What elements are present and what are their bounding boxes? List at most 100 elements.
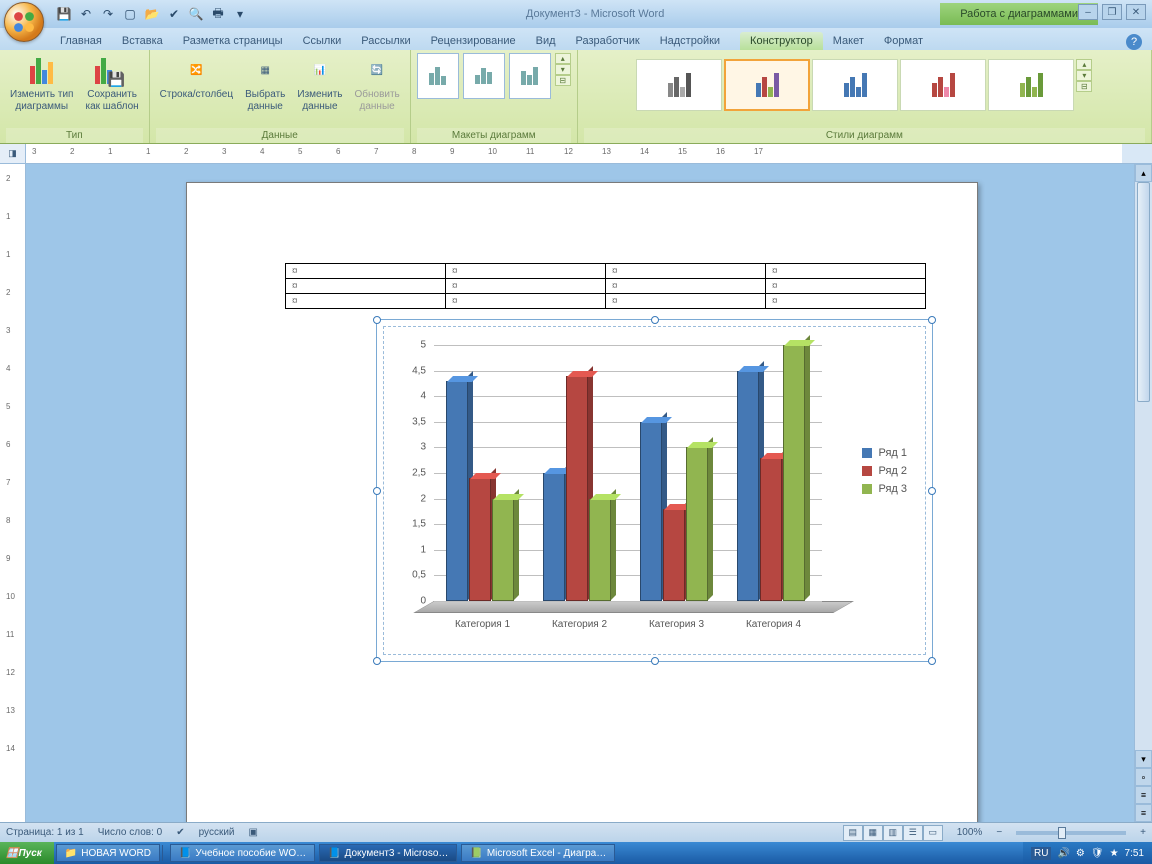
layout-option-3[interactable] xyxy=(509,53,551,99)
start-button[interactable]: 🪟 Пуск xyxy=(0,842,54,864)
chart-type-icon xyxy=(26,55,58,87)
status-page[interactable]: Страница: 1 из 1 xyxy=(6,827,84,838)
tray-clock[interactable]: 7:51 xyxy=(1125,848,1144,859)
new-icon[interactable]: ▢ xyxy=(120,4,140,24)
zoom-out-button[interactable]: − xyxy=(996,827,1002,838)
tab-layout[interactable]: Макет xyxy=(823,32,874,50)
resize-handle[interactable] xyxy=(373,316,381,324)
view-print-layout[interactable]: ▤ xyxy=(843,825,863,841)
style-option-4[interactable] xyxy=(900,59,986,111)
view-web[interactable]: ▥ xyxy=(883,825,903,841)
refresh-data-button[interactable]: 🔄 Обновить данные xyxy=(350,53,403,115)
vertical-scrollbar[interactable]: ▴ ▾ ∘ ≡ ≡ xyxy=(1134,164,1152,822)
chart-plot-area[interactable]: 00,511,522,533,544,55 Категория 1Категор… xyxy=(383,326,926,655)
vertical-ruler[interactable]: 211234567891011121314 xyxy=(0,164,26,822)
zoom-in-button[interactable]: + xyxy=(1140,827,1146,838)
ruler-corner[interactable]: ◨ xyxy=(0,144,26,163)
contextual-tab-title: Работа с диаграммами xyxy=(940,3,1098,25)
zoom-level[interactable]: 100% xyxy=(957,827,983,838)
tab-home[interactable]: Главная xyxy=(50,32,112,50)
maximize-button[interactable]: ❐ xyxy=(1102,4,1122,20)
layout-gallery-pager[interactable]: ▴▾⊟ xyxy=(555,53,571,86)
style-option-3[interactable] xyxy=(812,59,898,111)
save-template-button[interactable]: 💾 Сохранить как шаблон xyxy=(81,53,142,115)
preview-icon[interactable]: 🔍 xyxy=(186,4,206,24)
redo-icon[interactable]: ↷ xyxy=(98,4,118,24)
spellcheck-icon[interactable]: ✔ xyxy=(164,4,184,24)
select-data-button[interactable]: ▦ Выбрать данные xyxy=(241,53,289,115)
tab-references[interactable]: Ссылки xyxy=(293,32,352,50)
chart-object[interactable]: 00,511,522,533,544,55 Категория 1Категор… xyxy=(376,319,933,662)
view-full-screen[interactable]: ▦ xyxy=(863,825,883,841)
tab-format[interactable]: Формат xyxy=(874,32,933,50)
style-gallery-pager[interactable]: ▴▾⊟ xyxy=(1076,59,1092,92)
tab-developer[interactable]: Разработчик xyxy=(566,32,650,50)
page[interactable]: ¤¤¤¤ ¤¤¤¤ ¤¤¤¤ 00,511,522,533,544,55 xyxy=(186,182,978,862)
minimize-button[interactable]: – xyxy=(1078,4,1098,20)
tray-icon[interactable]: 🛡 xyxy=(1091,848,1104,859)
status-language[interactable]: русский xyxy=(199,827,235,838)
taskbar-item-active[interactable]: 📘 Документ3 - Microso… xyxy=(319,844,457,862)
scroll-thumb[interactable] xyxy=(1137,182,1150,402)
tab-page-layout[interactable]: Разметка страницы xyxy=(173,32,293,50)
tab-addins[interactable]: Надстройки xyxy=(650,32,730,50)
view-outline[interactable]: ☰ xyxy=(903,825,923,841)
spellcheck-status-icon[interactable]: ✔ xyxy=(176,827,184,838)
taskbar-item[interactable]: 📗 Microsoft Excel - Диагра… xyxy=(461,844,615,862)
zoom-slider[interactable] xyxy=(1016,831,1126,835)
tab-insert[interactable]: Вставка xyxy=(112,32,173,50)
resize-handle[interactable] xyxy=(373,487,381,495)
tab-mailings[interactable]: Рассылки xyxy=(351,32,420,50)
change-chart-type-button[interactable]: Изменить тип диаграммы xyxy=(6,53,77,115)
next-page-button[interactable]: ≡ xyxy=(1135,804,1152,822)
select-data-label: Выбрать данные xyxy=(245,89,285,113)
horizontal-ruler[interactable]: 3211234567891011121314151617 xyxy=(26,144,1122,163)
style-option-5[interactable] xyxy=(988,59,1074,111)
switch-row-col-button[interactable]: 🔀 Строка/столбец xyxy=(156,53,237,103)
edit-data-label: Изменить данные xyxy=(297,89,342,113)
layout-option-2[interactable] xyxy=(463,53,505,99)
tab-design[interactable]: Конструктор xyxy=(740,32,823,50)
qat-more-icon[interactable]: ▾ xyxy=(230,4,250,24)
undo-icon[interactable]: ↶ xyxy=(76,4,96,24)
resize-handle[interactable] xyxy=(651,657,659,665)
open-icon[interactable]: 📂 xyxy=(142,4,162,24)
document-table[interactable]: ¤¤¤¤ ¤¤¤¤ ¤¤¤¤ xyxy=(285,263,926,309)
edit-data-button[interactable]: 📊 Изменить данные xyxy=(293,53,346,115)
prev-page-button[interactable]: ≡ xyxy=(1135,786,1152,804)
help-icon[interactable]: ? xyxy=(1126,34,1142,50)
office-button[interactable] xyxy=(4,2,44,42)
status-words[interactable]: Число слов: 0 xyxy=(98,827,162,838)
ruler-area: ◨ 3211234567891011121314151617 xyxy=(0,144,1152,164)
save-template-label: Сохранить как шаблон xyxy=(85,89,138,113)
macro-record-icon[interactable]: ▣ xyxy=(249,827,258,838)
print-icon[interactable]: 🖶 xyxy=(208,4,228,24)
scroll-down-button[interactable]: ▾ xyxy=(1135,750,1152,768)
resize-handle[interactable] xyxy=(928,487,936,495)
table-cell[interactable]: ¤ xyxy=(286,264,446,279)
tab-view[interactable]: Вид xyxy=(526,32,566,50)
window-controls: – ❐ ✕ xyxy=(1078,4,1146,20)
layout-option-1[interactable] xyxy=(417,53,459,99)
close-button[interactable]: ✕ xyxy=(1126,4,1146,20)
tab-review[interactable]: Рецензирование xyxy=(421,32,526,50)
resize-handle[interactable] xyxy=(928,657,936,665)
tray-icon[interactable]: ★ xyxy=(1110,848,1119,859)
taskbar-folder[interactable]: 📁 НОВАЯ WORD xyxy=(56,844,160,862)
chart-plot xyxy=(434,345,822,613)
browse-object-button[interactable]: ∘ xyxy=(1135,768,1152,786)
zoom-knob[interactable] xyxy=(1058,827,1066,839)
resize-handle[interactable] xyxy=(928,316,936,324)
save-icon[interactable]: 💾 xyxy=(54,4,74,24)
resize-handle[interactable] xyxy=(651,316,659,324)
tray-lang[interactable]: RU xyxy=(1031,847,1051,860)
style-option-2[interactable] xyxy=(724,59,810,111)
style-option-1[interactable] xyxy=(636,59,722,111)
resize-handle[interactable] xyxy=(373,657,381,665)
taskbar-item[interactable]: 📘 Учебное пособие WO… xyxy=(170,844,315,862)
tray-icon[interactable]: ⚙ xyxy=(1076,848,1085,859)
view-draft[interactable]: ▭ xyxy=(923,825,943,841)
scroll-up-button[interactable]: ▴ xyxy=(1135,164,1152,182)
tray-icon[interactable]: 🔊 xyxy=(1057,848,1069,859)
chart-y-axis: 00,511,522,533,544,55 xyxy=(384,345,432,613)
